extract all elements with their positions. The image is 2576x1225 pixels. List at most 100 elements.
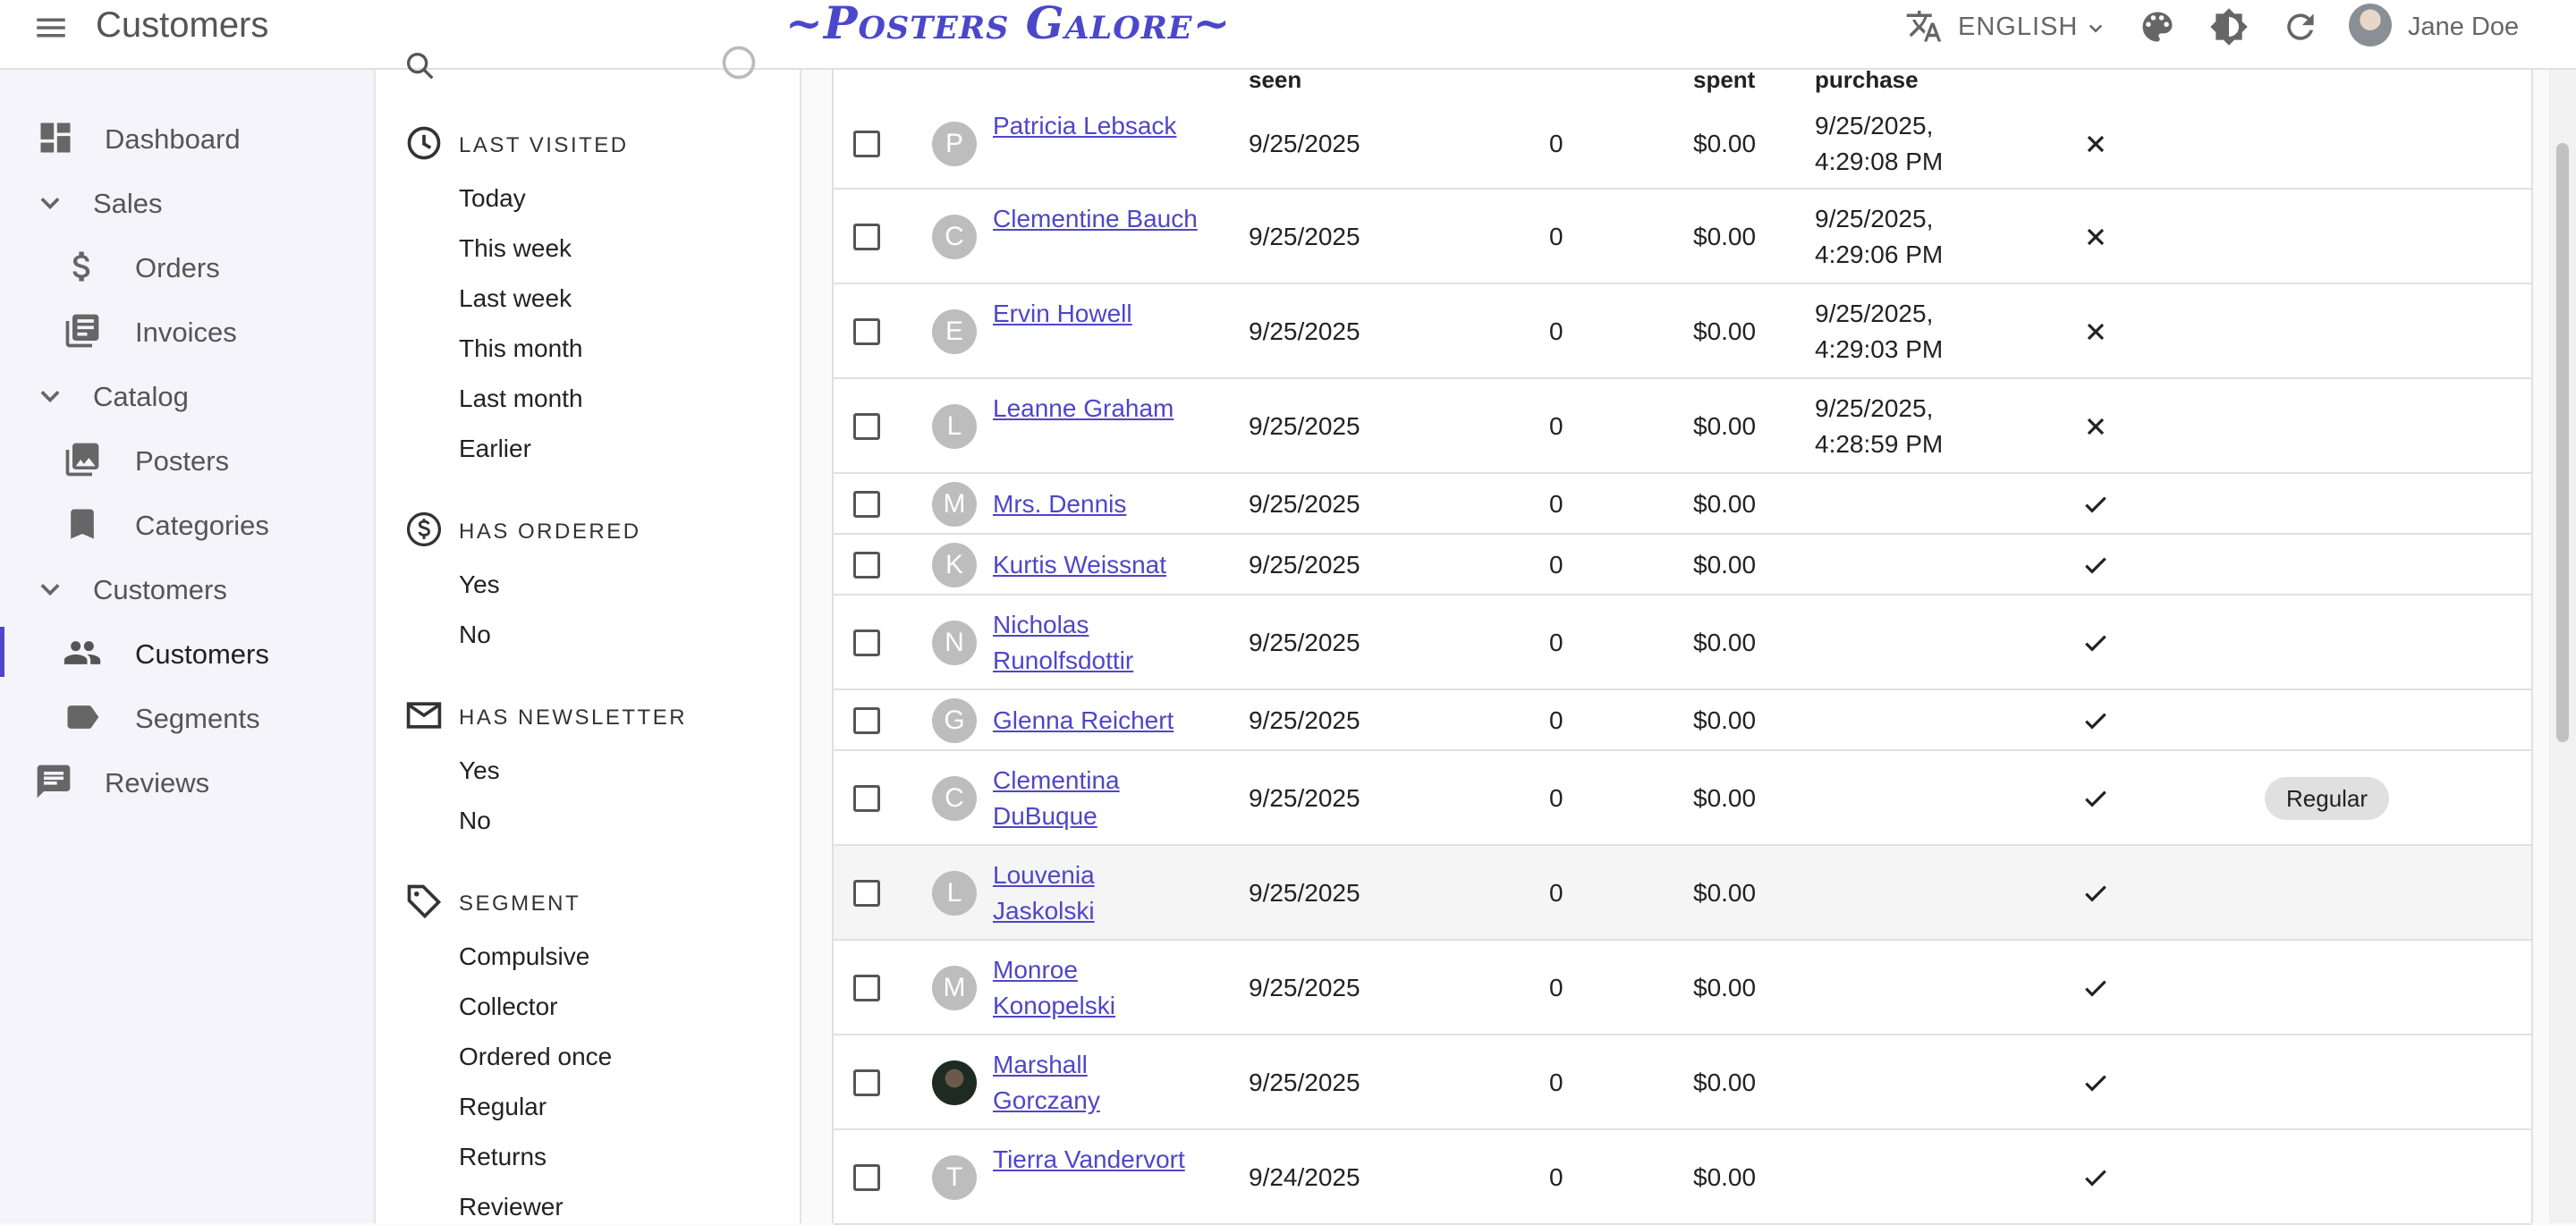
chevron-down-icon xyxy=(40,391,60,403)
sidebar-item-invoices[interactable]: Invoices xyxy=(0,301,374,359)
filter-last-visited-earlier[interactable]: Earlier xyxy=(459,435,531,463)
customer-name-link[interactable]: Louvenia Jaskolski xyxy=(993,858,1199,929)
filter-segment-returns[interactable]: Returns xyxy=(459,1143,547,1171)
app-bar: Customers ~Posters Galore~ ENGLISH Jane … xyxy=(0,0,2576,70)
filter-segment-regular[interactable]: Regular xyxy=(459,1093,547,1121)
table-row[interactable]: N Nicholas Runolfsdottir 9/25/2025 0 $0.00 xyxy=(834,596,2531,690)
sidebar-item-orders[interactable]: Orders xyxy=(0,237,374,294)
sidebar-group-sales[interactable]: Sales xyxy=(0,173,374,230)
filter-last-visited-last-week[interactable]: Last week xyxy=(459,284,572,313)
latest-purchase-cell: 9/25/2025, 4:29:06 PM xyxy=(1815,205,1944,268)
customer-name-link[interactable]: Nicholas Runolfsdottir xyxy=(993,607,1199,679)
language-select[interactable]: ENGLISH xyxy=(1958,13,2078,42)
customer-name-link[interactable]: Glenna Reichert xyxy=(993,703,1199,739)
customer-avatar: N xyxy=(932,621,977,665)
total-spent-cell: $0.00 xyxy=(1693,130,1757,157)
close-icon xyxy=(2087,323,2105,341)
table-row[interactable]: P Patricia Lebsack 9/25/2025 0 $0.00 9/25/202… xyxy=(834,98,2531,190)
customer-name-link[interactable]: Leanne Graham xyxy=(993,391,1199,427)
row-checkbox[interactable] xyxy=(853,491,880,518)
table-row[interactable]: K Kurtis Weissnat 9/25/2025 0 $0.00 xyxy=(834,535,2531,596)
customer-name-link[interactable]: Kurtis Weissnat xyxy=(993,547,1199,583)
filter-segment-ordered-once[interactable]: Ordered once xyxy=(459,1043,612,1071)
last-seen-cell: 9/24/2025 xyxy=(1249,1163,1360,1191)
sidebar-item-segments[interactable]: Segments xyxy=(0,688,374,745)
sidebar-item-reviews[interactable]: Reviews xyxy=(0,752,374,809)
customer-name-link[interactable]: Clementina DuBuque xyxy=(993,763,1199,834)
help-icon[interactable] xyxy=(719,43,758,82)
column-header-total-spent[interactable]: spent xyxy=(1693,66,1755,94)
table-row[interactable]: C Clementina DuBuque 9/25/2025 0 $0.00 Regula… xyxy=(834,751,2531,846)
filter-segment-compulsive[interactable]: Compulsive xyxy=(459,942,589,971)
customer-name-link[interactable]: Monroe Konopelski xyxy=(993,952,1199,1024)
sidebar-item-categories[interactable]: Categories xyxy=(0,494,374,552)
user-avatar[interactable] xyxy=(2349,4,2392,46)
sidebar-item-label: Customers xyxy=(135,638,269,670)
palette-icon[interactable] xyxy=(2138,7,2177,46)
last-seen-cell: 9/25/2025 xyxy=(1249,629,1360,656)
row-checkbox[interactable] xyxy=(853,1164,880,1191)
customer-name-link[interactable]: Tierra Vandervort xyxy=(993,1142,1199,1178)
segment-chip: Regular xyxy=(2265,777,2390,820)
table-row[interactable]: L Louvenia Jaskolski 9/25/2025 0 $0.00 xyxy=(834,846,2531,941)
total-spent-cell: $0.00 xyxy=(1693,879,1757,907)
column-header-latest-purchase[interactable]: purchase xyxy=(1815,66,1919,94)
row-checkbox[interactable] xyxy=(853,1069,880,1096)
total-spent-cell: $0.00 xyxy=(1693,317,1757,345)
filter-has-ordered-no[interactable]: No xyxy=(459,621,491,649)
table-row[interactable]: Marshall Gorczany 9/25/2025 0 $0.00 xyxy=(834,1035,2531,1130)
sidebar-group-customers[interactable]: Customers xyxy=(0,559,374,616)
invoice-icon xyxy=(65,314,99,348)
customer-name-link[interactable]: Patricia Lebsack xyxy=(993,108,1199,144)
customer-name-link[interactable]: Ervin Howell xyxy=(993,296,1199,332)
check-icon xyxy=(2085,557,2106,574)
filter-last-visited-last-month[interactable]: Last month xyxy=(459,384,583,413)
customer-name-link[interactable]: Mrs. Dennis xyxy=(993,486,1199,522)
customer-avatar: P xyxy=(932,122,977,166)
row-checkbox[interactable] xyxy=(853,880,880,907)
sidebar-item-label: Catalog xyxy=(93,381,189,412)
filter-segment-reviewer[interactable]: Reviewer xyxy=(459,1193,564,1221)
sidebar-item-customers[interactable]: Customers xyxy=(0,623,374,680)
check-icon xyxy=(2085,885,2106,902)
sidebar-item-posters[interactable]: Posters xyxy=(0,430,374,487)
sidebar-item-dashboard[interactable]: Dashboard xyxy=(0,108,374,165)
row-checkbox[interactable] xyxy=(853,629,880,656)
filter-segment-collector[interactable]: Collector xyxy=(459,993,557,1021)
table-row[interactable]: L Leanne Graham 9/25/2025 0 $0.00 9/25/2025, … xyxy=(834,379,2531,474)
row-checkbox[interactable] xyxy=(853,785,880,812)
row-checkbox[interactable] xyxy=(853,552,880,579)
filter-has-newsletter-no[interactable]: No xyxy=(459,807,491,835)
row-checkbox[interactable] xyxy=(853,131,880,157)
customer-name-link[interactable]: Clementine Bauch xyxy=(993,201,1199,237)
row-checkbox[interactable] xyxy=(853,413,880,440)
scrollbar-thumb[interactable] xyxy=(2556,143,2569,742)
translate-icon[interactable] xyxy=(1905,7,1943,45)
row-checkbox[interactable] xyxy=(853,318,880,345)
table-row[interactable]: M Monroe Konopelski 9/25/2025 0 $0.00 xyxy=(834,941,2531,1035)
user-name[interactable]: Jane Doe xyxy=(2408,13,2519,42)
chevron-down-icon[interactable] xyxy=(2082,14,2109,41)
filter-has-ordered-yes[interactable]: Yes xyxy=(459,570,500,599)
customer-avatar: L xyxy=(932,871,977,916)
filter-has-newsletter-yes[interactable]: Yes xyxy=(459,756,500,785)
table-row[interactable]: E Ervin Howell 9/25/2025 0 $0.00 9/25/2025, 4… xyxy=(834,284,2531,379)
row-checkbox[interactable] xyxy=(853,707,880,734)
customer-name-link[interactable]: Marshall Gorczany xyxy=(993,1047,1199,1119)
column-header-last-seen[interactable]: seen xyxy=(1249,66,1301,94)
table-row[interactable]: C Clementine Bauch 9/25/2025 0 $0.00 9/25/202… xyxy=(834,190,2531,284)
customer-avatar: E xyxy=(932,309,977,354)
table-row[interactable]: M Mrs. Dennis 9/25/2025 0 $0.00 xyxy=(834,474,2531,535)
table-row[interactable]: G Glenna Reichert 9/25/2025 0 $0.00 xyxy=(834,690,2531,751)
filter-last-visited-this-month[interactable]: This month xyxy=(459,334,583,363)
table-row[interactable]: T Tierra Vandervort 9/24/2025 0 $0.00 xyxy=(834,1130,2531,1225)
filter-last-visited-today[interactable]: Today xyxy=(459,184,526,213)
refresh-icon[interactable] xyxy=(2281,7,2320,46)
filter-last-visited-this-week[interactable]: This week xyxy=(459,234,572,263)
brightness-icon[interactable] xyxy=(2209,7,2249,46)
check-icon xyxy=(2085,1170,2106,1187)
row-checkbox[interactable] xyxy=(853,224,880,250)
menu-icon[interactable] xyxy=(32,9,70,46)
sidebar-group-catalog[interactable]: Catalog xyxy=(0,366,374,423)
row-checkbox[interactable] xyxy=(853,975,880,1001)
